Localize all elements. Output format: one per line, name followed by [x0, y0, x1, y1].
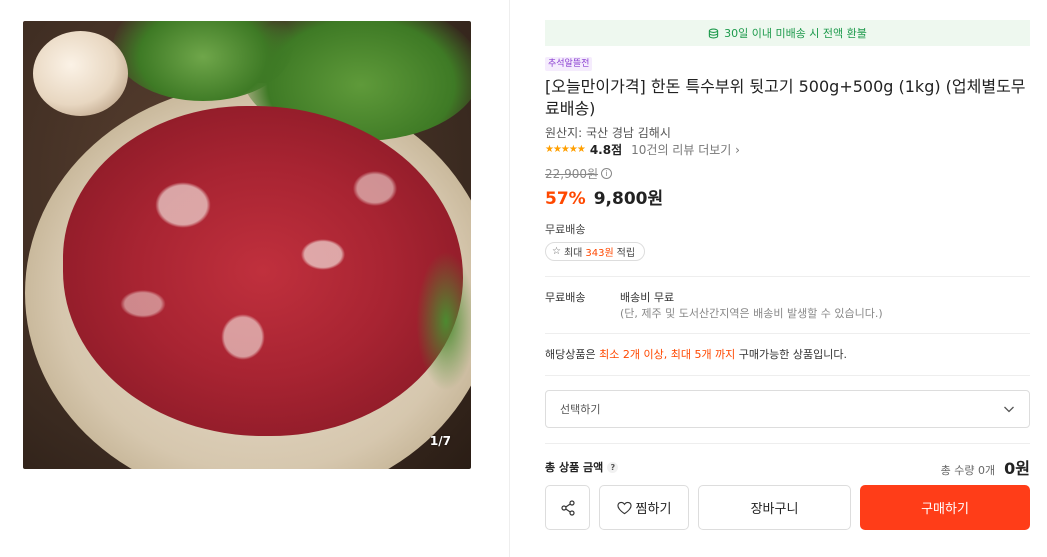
review-link[interactable]: 10건의 리뷰 더보기 › [631, 141, 740, 158]
rating-row: ★★★★★ 4.8점 10건의 리뷰 더보기 › [545, 141, 740, 157]
star-outline-icon: ☆ [552, 246, 561, 257]
product-info-panel: 30일 이내 미배송 시 전액 환불 추석알뜰전 [오늘만이가격] 한돈 특수부… [545, 0, 1030, 557]
share-button[interactable] [545, 485, 590, 530]
limit-min: 최소 2개 이상, [599, 348, 668, 361]
option-select[interactable]: 선택하기 [545, 390, 1030, 428]
total-label-text: 총 상품 금액 [545, 461, 604, 474]
image-counter: 1/7 [429, 434, 451, 448]
wish-button[interactable]: 찜하기 [599, 485, 689, 530]
share-icon [560, 499, 575, 516]
cart-button[interactable]: 장바구니 [698, 485, 851, 530]
heart-icon [616, 501, 632, 514]
divider [545, 276, 1030, 277]
product-image[interactable]: 1/7 [23, 21, 471, 469]
original-price-row: 22,900원 i [545, 165, 613, 182]
total-summary: 총 수량 0개 0원 [941, 455, 1030, 479]
sale-price: 9,800원 [593, 189, 664, 209]
option-placeholder: 선택하기 [560, 403, 601, 416]
limit-prefix: 해당상품은 [545, 348, 596, 361]
review-link-label: 10건의 리뷰 더보기 [631, 142, 732, 157]
discount-rate: 57% [545, 189, 586, 209]
delivery-label: 무료배송 [545, 291, 586, 304]
points-suffix: 적립 [616, 248, 636, 259]
delivery-note: (단, 제주 및 도서산간지역은 배송비 발생할 수 있습니다.) [620, 307, 883, 320]
cart-label: 장바구니 [750, 502, 799, 517]
coins-icon [708, 28, 719, 38]
help-icon[interactable]: ? [607, 461, 619, 473]
event-badge: 추석알뜰전 [545, 57, 593, 71]
star-rating-icon: ★★★★★ [545, 143, 586, 155]
divider [545, 375, 1030, 376]
price-row: 57% 9,800원 [545, 184, 663, 209]
herb-graphic [416, 251, 471, 391]
purchase-limit-text: 해당상품은 최소 2개 이상, 최대 5개 까지 구매가능한 상품입니다. [545, 346, 847, 362]
points-badge: ☆ 최대 343원 적립 [545, 242, 646, 261]
total-label: 총 상품 금액 ? [545, 459, 619, 475]
divider [545, 333, 1030, 334]
chevron-right-icon: › [735, 142, 740, 157]
buy-label: 구매하기 [921, 502, 969, 517]
original-price: 22,900원 [545, 167, 599, 181]
chevron-down-icon [1004, 406, 1014, 413]
delivery-fee: 배송비 무료 [620, 291, 675, 304]
buy-button[interactable]: 구매하기 [860, 485, 1030, 530]
total-quantity: 총 수량 0개 [940, 464, 996, 477]
origin-text: 원산지: 국산 경남 김해시 [545, 126, 671, 140]
refund-text: 30일 이내 미배송 시 전액 환불 [724, 27, 867, 40]
points-prefix: 최대 [563, 248, 583, 259]
free-shipping-label: 무료배송 [545, 223, 586, 236]
wish-label: 찜하기 [635, 502, 672, 517]
total-price: 0원 [1004, 459, 1030, 478]
rating-score: 4.8점 [589, 142, 623, 157]
points-amount: 343원 [585, 248, 614, 259]
divider [509, 0, 510, 557]
limit-max: 최대 5개 까지 [670, 348, 736, 361]
garlic-graphic [33, 31, 128, 116]
refund-banner: 30일 이내 미배송 시 전액 환불 [545, 20, 1030, 46]
limit-suffix: 구매가능한 상품입니다. [738, 348, 847, 361]
product-title: [오늘만이가격] 한돈 특수부위 뒷고기 500g+500g (1kg) (업체… [545, 77, 1026, 118]
divider [545, 443, 1030, 444]
info-icon[interactable]: i [601, 168, 613, 179]
